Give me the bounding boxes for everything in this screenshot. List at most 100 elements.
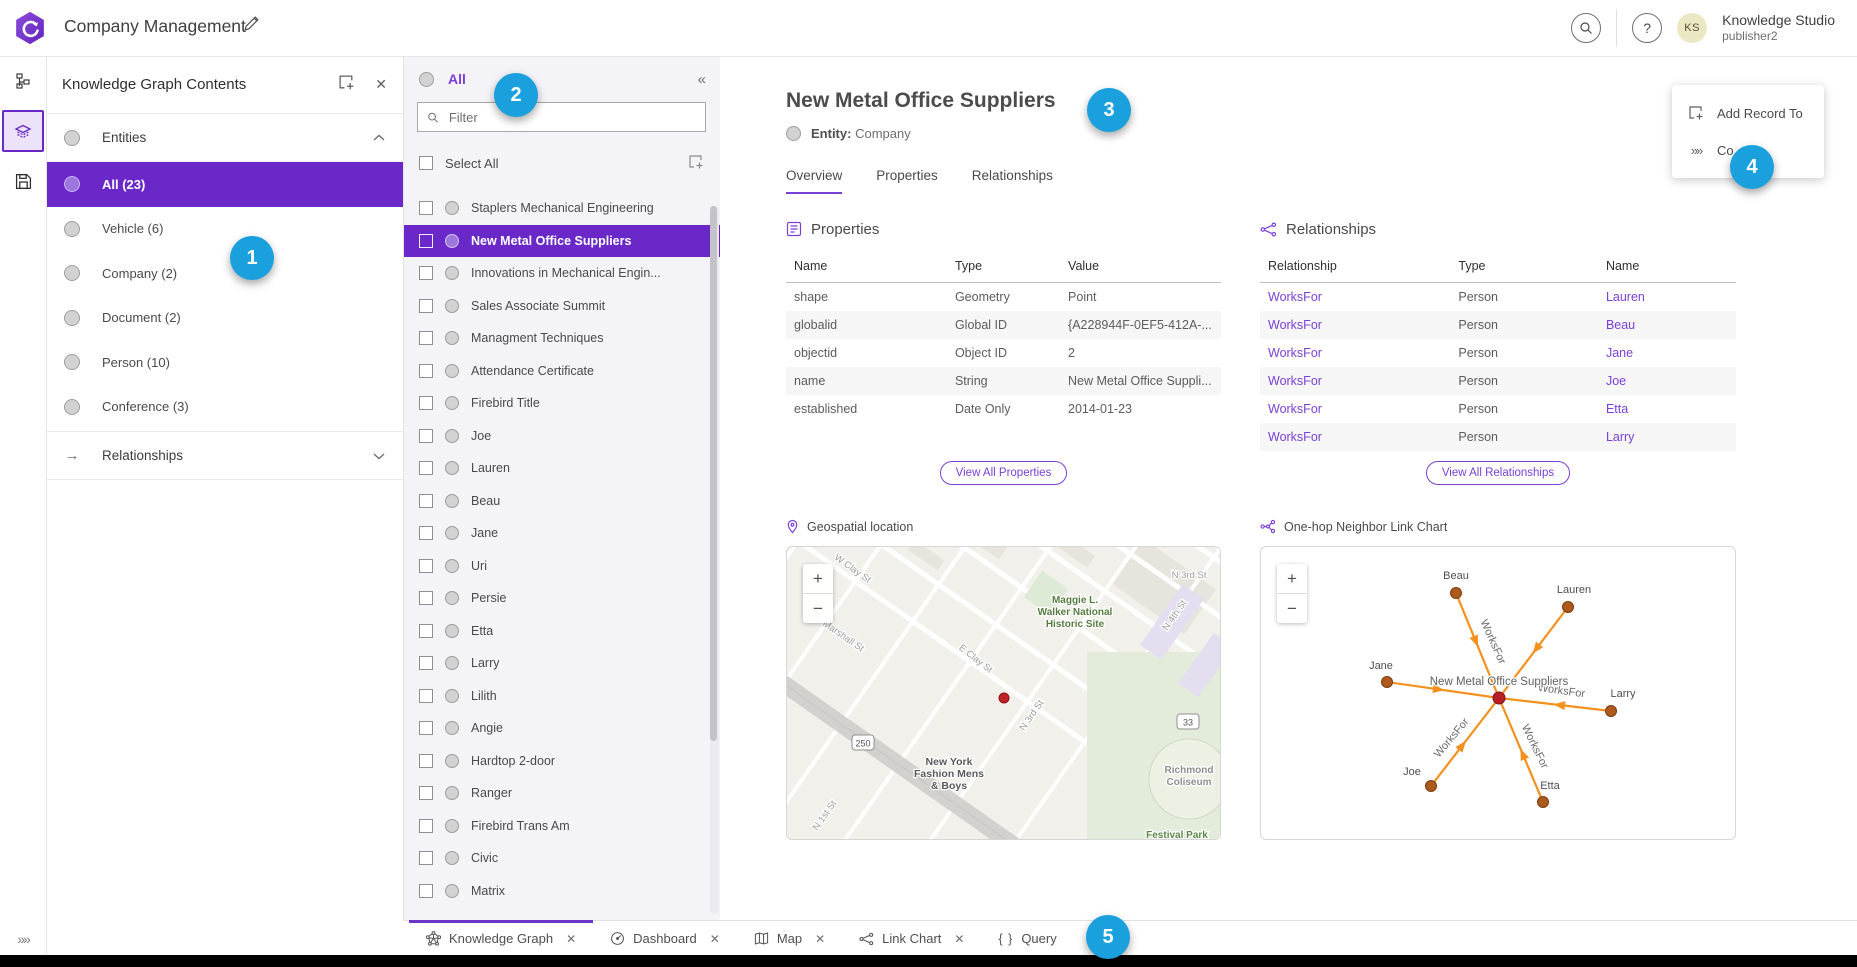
list-item[interactable]: Sales Associate Summit <box>403 290 720 323</box>
view-tab-query[interactable]: { }Query <box>981 921 1073 956</box>
linkchart-canvas[interactable]: WorksForWorksForWorksForWorksForBeauLaur… <box>1261 547 1735 839</box>
user-info[interactable]: Knowledge Studio publisher2 <box>1722 12 1835 43</box>
zoom-out-button[interactable]: − <box>1277 594 1307 623</box>
item-checkbox[interactable] <box>419 234 433 248</box>
entity-type-row[interactable]: Conference (3) <box>46 385 403 430</box>
edit-title-icon[interactable] <box>243 15 260 37</box>
item-checkbox[interactable] <box>419 656 433 670</box>
table-link-cell[interactable]: WorksFor <box>1260 423 1450 451</box>
list-item[interactable]: Persie <box>403 582 720 615</box>
close-tab-icon[interactable]: ✕ <box>566 932 576 946</box>
list-item[interactable]: Ranger <box>403 777 720 810</box>
save-icon[interactable] <box>0 156 46 206</box>
relationships-group-header[interactable]: → Relationships <box>46 431 403 480</box>
view-all-relationships-button[interactable]: View All Relationships <box>1426 461 1570 485</box>
map-card[interactable]: + − <box>786 546 1221 840</box>
list-item[interactable]: Beau <box>403 485 720 518</box>
select-all-row[interactable]: Select All <box>403 148 720 178</box>
list-item[interactable]: Firebird Title <box>403 387 720 420</box>
item-checkbox[interactable] <box>419 851 433 865</box>
list-item[interactable]: Hardtop 2-door <box>403 745 720 778</box>
person-node[interactable] <box>1426 781 1437 792</box>
item-checkbox[interactable] <box>419 884 433 898</box>
tab-properties[interactable]: Properties <box>876 168 938 194</box>
person-node[interactable] <box>1382 677 1393 688</box>
item-checkbox[interactable] <box>419 266 433 280</box>
item-checkbox[interactable] <box>419 624 433 638</box>
item-checkbox[interactable] <box>419 331 433 345</box>
linkchart-card[interactable]: + − WorksForWorksForWorksForWorksForBeau… <box>1260 546 1736 840</box>
entity-type-row[interactable]: All (23) <box>46 162 403 207</box>
item-checkbox[interactable] <box>419 526 433 540</box>
zoom-in-button[interactable]: + <box>803 564 833 593</box>
person-node[interactable] <box>1538 797 1549 808</box>
close-tab-icon[interactable]: ✕ <box>815 932 825 946</box>
person-node[interactable] <box>1563 602 1574 613</box>
table-link-cell[interactable]: Joe <box>1598 367 1736 395</box>
person-node[interactable] <box>1451 588 1462 599</box>
add-record-icon[interactable] <box>688 154 704 173</box>
table-link-cell[interactable]: WorksFor <box>1260 395 1450 423</box>
entities-group-header[interactable]: Entities <box>46 114 403 162</box>
list-item[interactable]: Uri <box>403 550 720 583</box>
select-all-checkbox[interactable] <box>419 156 433 170</box>
close-tab-icon[interactable]: ✕ <box>954 932 964 946</box>
item-checkbox[interactable] <box>419 494 433 508</box>
list-item[interactable]: Innovations in Mechanical Engin... <box>403 257 720 290</box>
table-link-cell[interactable]: Larry <box>1598 423 1736 451</box>
list-item[interactable]: Attendance Certificate <box>403 355 720 388</box>
filter-input[interactable] <box>447 109 696 126</box>
avatar[interactable]: KS <box>1677 13 1707 43</box>
list-item[interactable]: Lilith <box>403 680 720 713</box>
item-checkbox[interactable] <box>419 591 433 605</box>
help-icon[interactable]: ? <box>1632 13 1662 43</box>
list-item[interactable]: Civic <box>403 842 720 875</box>
table-link-cell[interactable]: WorksFor <box>1260 339 1450 367</box>
entity-type-row[interactable]: Document (2) <box>46 296 403 341</box>
view-tab-map[interactable]: Map✕ <box>737 921 842 956</box>
item-checkbox[interactable] <box>419 819 433 833</box>
scrollbar-thumb[interactable] <box>710 206 717 741</box>
item-checkbox[interactable] <box>419 721 433 735</box>
add-record-icon[interactable] <box>338 74 355 96</box>
close-tab-icon[interactable]: ✕ <box>710 932 720 946</box>
view-all-properties-button[interactable]: View All Properties <box>940 461 1068 485</box>
entity-type-row[interactable]: Person (10) <box>46 340 403 385</box>
list-item[interactable]: Larry <box>403 647 720 680</box>
tab-relationships[interactable]: Relationships <box>972 168 1053 194</box>
zoom-in-button[interactable]: + <box>1277 564 1307 593</box>
view-tab-knowledge-graph[interactable]: Knowledge Graph✕ <box>409 921 593 956</box>
item-checkbox[interactable] <box>419 396 433 410</box>
tab-overview[interactable]: Overview <box>786 168 842 194</box>
list-item[interactable]: New Metal Office Suppliers <box>403 225 720 258</box>
list-item[interactable]: Etta <box>403 615 720 648</box>
list-item[interactable]: Joe <box>403 420 720 453</box>
collapse-panel-icon[interactable]: « <box>698 71 704 88</box>
item-checkbox[interactable] <box>419 754 433 768</box>
map-canvas[interactable]: W Clay StW Marshall StE Clay StN 3rd StN… <box>787 547 1220 839</box>
item-checkbox[interactable] <box>419 299 433 313</box>
item-checkbox[interactable] <box>419 429 433 443</box>
context-menu-item[interactable]: Add Record To <box>1672 94 1824 132</box>
table-link-cell[interactable]: WorksFor <box>1260 283 1450 312</box>
view-tab-link-chart[interactable]: Link Chart✕ <box>842 921 981 956</box>
list-item[interactable]: Staplers Mechanical Engineering <box>403 192 720 225</box>
chevron-up-icon[interactable] <box>373 130 385 145</box>
close-panel-icon[interactable]: ✕ <box>375 76 387 93</box>
item-checkbox[interactable] <box>419 786 433 800</box>
filter-box[interactable] <box>417 102 706 132</box>
item-checkbox[interactable] <box>419 559 433 573</box>
list-item[interactable]: Jane <box>403 517 720 550</box>
table-link-cell[interactable]: WorksFor <box>1260 311 1450 339</box>
table-link-cell[interactable]: WorksFor <box>1260 367 1450 395</box>
item-checkbox[interactable] <box>419 689 433 703</box>
expand-rail-icon[interactable]: »» <box>0 931 46 947</box>
list-item[interactable]: Angie <box>403 712 720 745</box>
entity-type-row[interactable]: Vehicle (6) <box>46 207 403 252</box>
center-node[interactable] <box>1493 692 1505 704</box>
entity-type-row[interactable]: Company (2) <box>46 251 403 296</box>
chevron-down-icon[interactable] <box>373 448 385 463</box>
item-checkbox[interactable] <box>419 201 433 215</box>
layers-tool[interactable] <box>0 106 46 156</box>
search-icon[interactable] <box>1571 13 1601 43</box>
